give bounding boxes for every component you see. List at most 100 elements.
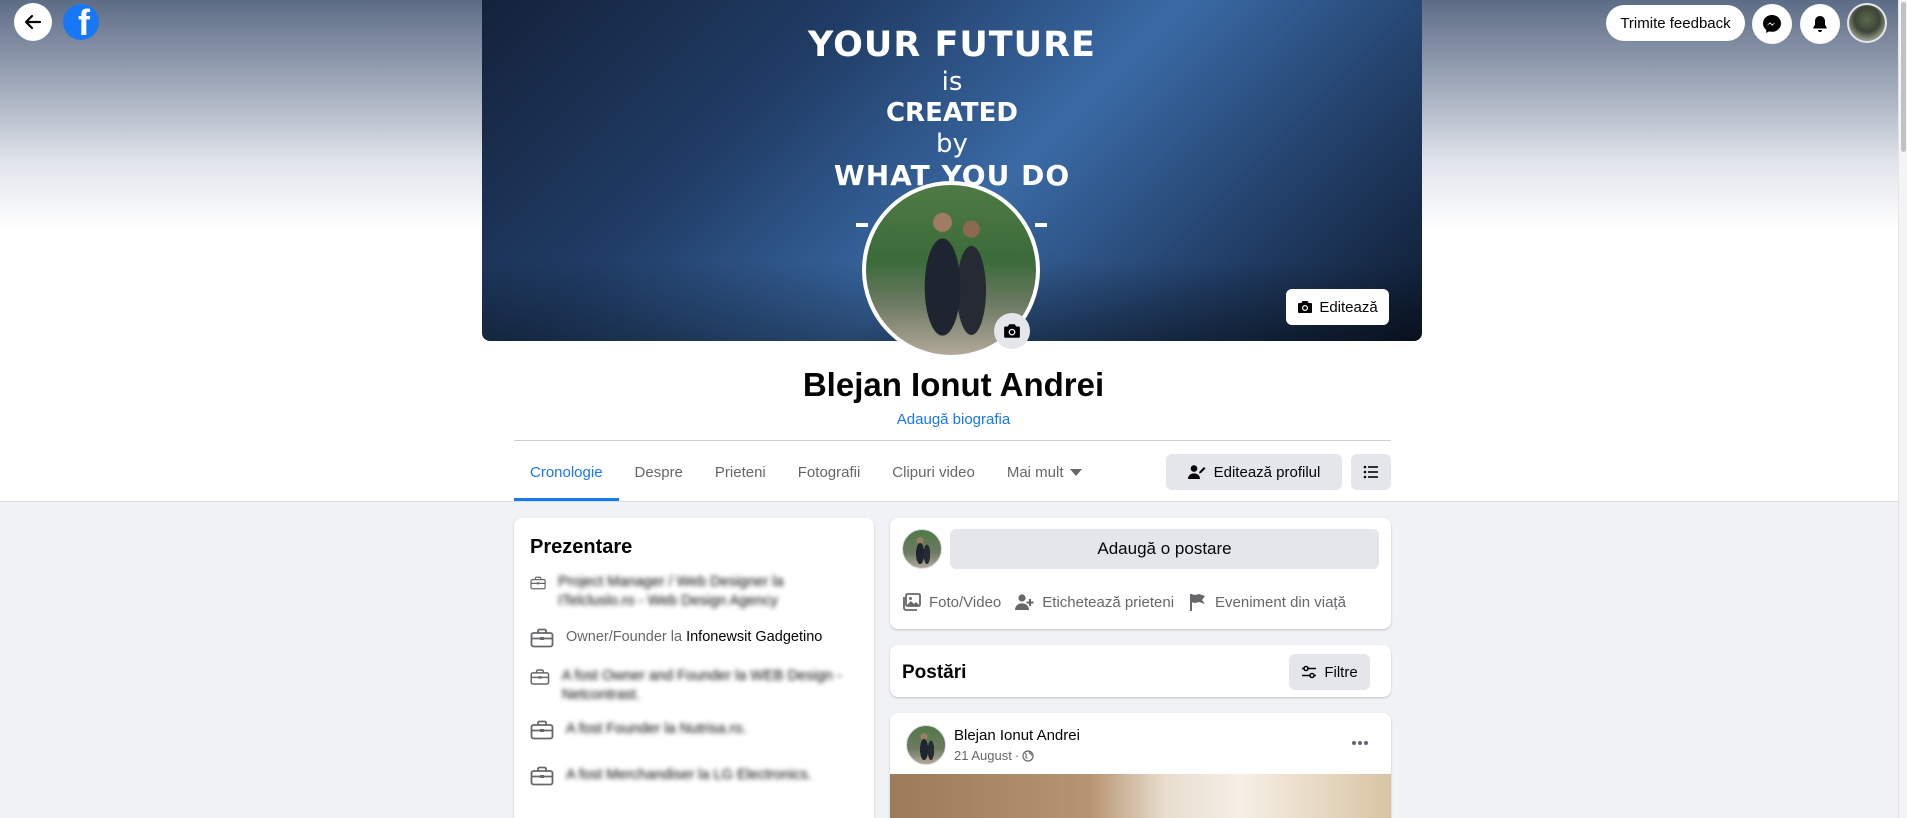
cover-quote: YOUR FUTURE is CREATED by WHAT YOU DO <box>482 24 1422 192</box>
tab-photos[interactable]: Fotografii <box>782 443 877 501</box>
briefcase-icon <box>530 766 554 786</box>
globe-icon <box>1022 749 1034 762</box>
more-horizontal-icon <box>1352 741 1368 745</box>
briefcase-icon <box>530 576 546 590</box>
intro-work-text: Owner/Founder la Infonewsit Gadgetino <box>566 628 822 648</box>
messenger-icon <box>1763 15 1781 33</box>
arrow-left-icon <box>24 14 42 30</box>
intro-work-item: Project Manager / Web Designer la ITelcl… <box>530 573 860 611</box>
posts-title: Postări <box>902 662 967 683</box>
post-meta-separator: · <box>1014 748 1020 763</box>
intro-work-prefix: A fost Founder la <box>566 721 680 737</box>
briefcase-icon <box>530 669 550 685</box>
filters-button[interactable]: Filtre <box>1289 654 1370 690</box>
add-bio-label[interactable]: Adaugă biografia <box>897 411 1010 428</box>
intro-work-item: A fost Merchandiser la LG Electronics. <box>530 766 860 786</box>
tab-label: Despre <box>634 463 683 481</box>
intro-work-org[interactable]: ITelcluslo.ro - Web Design Agency <box>558 593 778 609</box>
intro-work-text: A fost Founder la Nutrisa.ro. <box>566 720 747 740</box>
intro-work-text: Project Manager / Web Designer la ITelcl… <box>558 573 860 611</box>
messenger-button[interactable] <box>1752 4 1792 44</box>
intro-more-item <box>530 814 860 818</box>
cover-line: by <box>936 129 968 159</box>
life-event-label: Eveniment din viață <box>1215 593 1346 611</box>
cover-line: is <box>941 67 963 97</box>
tab-friends[interactable]: Prieteni <box>699 443 782 501</box>
profile-name: Blejan Ionut Andrei <box>802 366 1105 403</box>
profile-tabs: Cronologie Despre Prieteni Fotografii Cl… <box>514 443 1098 501</box>
tab-label: Mai mult <box>1006 463 1064 481</box>
briefcase-icon <box>530 628 554 648</box>
filter-sliders-icon <box>1302 665 1317 679</box>
edit-person-icon <box>1187 465 1206 479</box>
cover-line: YOUR FUTURE <box>808 25 1096 65</box>
briefcase-icon <box>530 814 554 818</box>
facebook-logo[interactable]: f <box>63 4 99 40</box>
account-avatar[interactable] <box>1847 3 1887 43</box>
tag-people-icon <box>1015 594 1034 610</box>
intro-work-org[interactable]: LG Electronics. <box>714 767 812 783</box>
tab-timeline[interactable]: Cronologie <box>514 443 619 501</box>
feedback-button[interactable]: Trimite feedback <box>1606 5 1745 41</box>
caret-down-icon <box>1069 468 1082 476</box>
intro-work-item: A fost Founder la Nutrisa.ro. <box>530 720 860 740</box>
camera-icon <box>1004 324 1020 338</box>
post-date[interactable]: 21 August <box>954 748 1012 763</box>
intro-work-item: A fost Owner and Founder la WEB Design -… <box>530 667 860 705</box>
cover-dash <box>856 223 868 227</box>
post-options-button[interactable] <box>1342 725 1378 761</box>
intro-work-prefix: Project Manager / Web Designer la <box>558 574 784 590</box>
notifications-button[interactable] <box>1800 4 1840 44</box>
add-bio-link[interactable]: Adaugă biografia <box>0 411 1907 428</box>
post-author-name[interactable]: Blejan Ionut Andrei <box>954 727 1080 744</box>
tab-label: Cronologie <box>530 463 603 481</box>
tab-label: Prieteni <box>714 463 766 481</box>
photo-video-button[interactable]: Foto/Video <box>902 586 1001 618</box>
composer-actions: Foto/Video Etichetează prieteni Evenimen… <box>902 586 1346 618</box>
photo-video-label: Foto/Video <box>929 593 1002 611</box>
edit-cover-button[interactable]: Editează <box>1286 289 1389 325</box>
create-post-placeholder: Adaugă o postare <box>1097 539 1232 558</box>
edit-profile-label: Editează profilul <box>1213 463 1321 481</box>
intro-work-org[interactable]: Nutrisa.ro. <box>680 721 747 737</box>
intro-work-org[interactable]: Infonewsit Gadgetino <box>686 629 822 645</box>
flag-icon <box>1190 594 1206 611</box>
edit-profile-button[interactable]: Editează profilul <box>1166 454 1342 490</box>
briefcase-icon <box>530 720 554 740</box>
create-post-input[interactable]: Adaugă o postare <box>950 529 1379 569</box>
cover-line: CREATED <box>885 98 1019 128</box>
tab-more[interactable]: Mai mult <box>991 443 1098 501</box>
update-profile-picture-button[interactable] <box>994 313 1030 349</box>
intro-work-prefix: A fost Merchandiser la <box>566 767 714 783</box>
intro-card: Prezentare Project Manager / Web Designe… <box>514 518 874 818</box>
edit-cover-label: Editează <box>1319 298 1378 316</box>
profile-options-button[interactable] <box>1351 454 1391 490</box>
post-composer: Adaugă o postare Foto/Video Etichetează … <box>890 518 1391 629</box>
intro-title: Prezentare <box>530 536 633 558</box>
tag-friends-label: Etichetează prieteni <box>1042 593 1175 611</box>
header-divider <box>514 440 1391 441</box>
filters-label: Filtre <box>1324 663 1358 681</box>
tab-about[interactable]: Despre <box>619 443 699 501</box>
post-author-avatar[interactable] <box>906 725 946 765</box>
posts-header: Postări Filtre <box>890 645 1391 697</box>
intro-work-text: A fost Merchandiser la LG Electronics. <box>566 766 812 786</box>
scrollbar-thumb[interactable] <box>1901 2 1906 152</box>
tab-label: Clipuri video <box>892 463 975 481</box>
camera-icon <box>1298 301 1313 313</box>
intro-work-prefix: A fost Owner and Founder la <box>561 668 751 684</box>
bell-icon <box>1813 16 1827 32</box>
post-card: Blejan Ionut Andrei 21 August · <box>890 713 1391 818</box>
tab-label: Fotografii <box>797 463 861 481</box>
photo-icon <box>903 593 921 611</box>
tag-friends-button[interactable]: Etichetează prieteni <box>1015 586 1174 618</box>
post-image[interactable] <box>890 774 1391 818</box>
intro-work-text: A fost Owner and Founder la WEB Design -… <box>562 667 860 705</box>
tab-videos[interactable]: Clipuri video <box>876 443 991 501</box>
back-button[interactable] <box>14 3 52 41</box>
list-icon <box>1363 465 1378 479</box>
composer-avatar[interactable] <box>902 529 942 569</box>
page-scrollbar[interactable] <box>1898 0 1907 818</box>
life-event-button[interactable]: Eveniment din viață <box>1188 586 1346 618</box>
facebook-logo-glyph: f <box>78 4 90 41</box>
